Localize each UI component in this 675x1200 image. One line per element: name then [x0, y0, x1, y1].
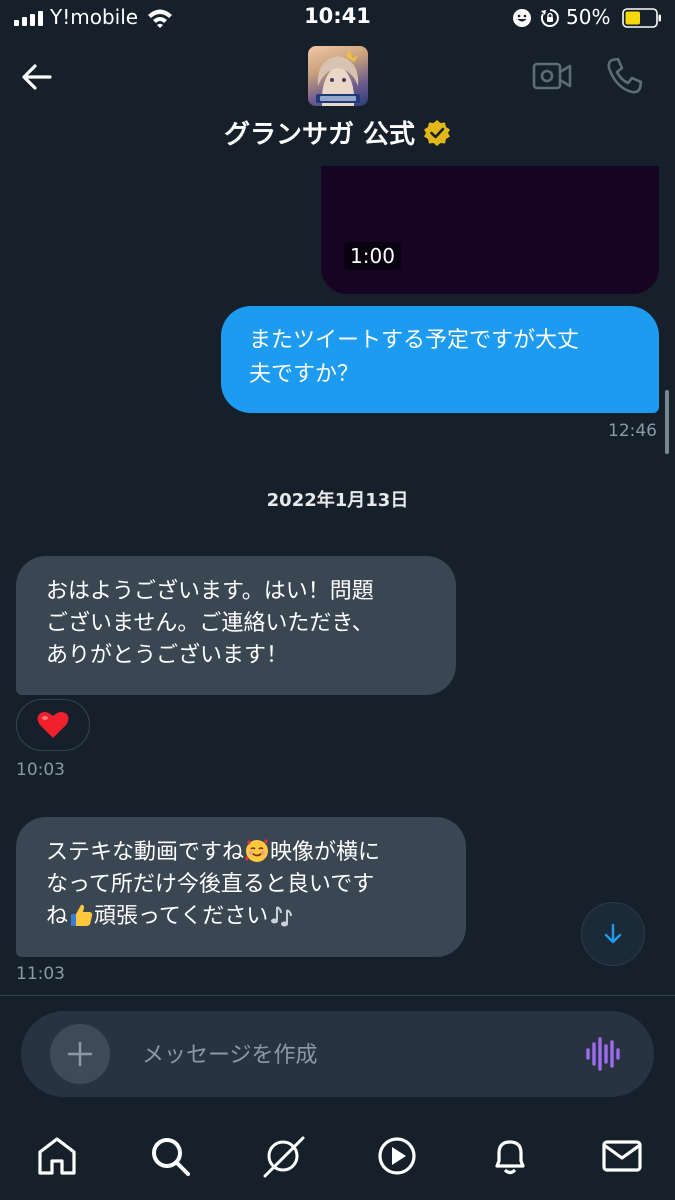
heart-emoji [37, 711, 69, 738]
video-camera-icon [532, 62, 572, 90]
message-text: 頑張ってください [94, 904, 269, 929]
nav-search-button[interactable] [148, 1134, 192, 1178]
face-icon [513, 9, 531, 27]
musical-notes-emoji [271, 906, 293, 927]
back-arrow-icon [22, 64, 52, 90]
divider [0, 995, 675, 996]
message-text: 映像が横に [270, 840, 381, 865]
plus-icon [67, 1041, 93, 1067]
message-timestamp: 10:03 [16, 760, 65, 780]
spaces-icon [263, 1136, 305, 1178]
rotation-lock-icon [540, 9, 559, 27]
message-timestamp: 12:46 [608, 421, 657, 441]
message-line: ステキな動画ですね 映像が横に [46, 837, 452, 869]
message-text: ステキな動画ですね [46, 840, 245, 865]
battery-icon [622, 8, 661, 28]
message-input[interactable] [140, 1032, 564, 1078]
incoming-message-bubble: ステキな動画ですね 映像が横に なって所だけ今後直ると良いです ね 頑張ってくだ… [16, 817, 466, 957]
video-duration: 1:00 [344, 242, 401, 270]
nav-spaces-button[interactable] [261, 1134, 305, 1178]
nav-notifications-button[interactable] [488, 1134, 532, 1178]
battery-percent: 50% [566, 5, 611, 29]
nav-messages-button[interactable] [600, 1134, 644, 1178]
home-icon [38, 1137, 76, 1175]
nav-home-button[interactable] [35, 1134, 79, 1178]
reaction-badge[interactable] [16, 699, 90, 751]
phone-call-button[interactable] [604, 56, 644, 96]
bell-icon [495, 1140, 525, 1175]
date-separator: 2022年1月13日 [266, 490, 409, 511]
back-button[interactable] [18, 58, 56, 96]
verified-badge-icon [424, 119, 451, 146]
mail-icon [602, 1140, 642, 1172]
video-call-button[interactable] [532, 58, 572, 94]
message-timestamp: 11:03 [16, 964, 65, 984]
phone-icon [607, 57, 643, 94]
nav-video-button[interactable] [375, 1134, 419, 1178]
thumbs-up-emoji [71, 904, 93, 926]
avatar[interactable] [308, 46, 368, 106]
conversation-title: グランサガ 公式 [223, 120, 416, 150]
voice-message-button[interactable] [582, 1036, 622, 1072]
video-message[interactable] [321, 166, 659, 294]
voice-wave-icon [586, 1037, 620, 1071]
arrow-down-icon [604, 923, 622, 944]
message-text: ね [46, 904, 69, 929]
search-icon [152, 1138, 190, 1176]
message-line: またツイートする予定ですが大丈 [249, 328, 580, 353]
outgoing-message-bubble: またツイートする予定ですが大丈 夫ですか？ [221, 306, 659, 413]
message-line: なって所だけ今後直ると良いです [46, 872, 375, 897]
scroll-to-bottom-button[interactable] [581, 902, 645, 966]
add-media-button[interactable] [50, 1024, 110, 1084]
incoming-message-bubble: おはようございます。はい！問題 ございません。ご連絡いただき、 ありがとうござい… [16, 556, 456, 695]
message-line: ございません。ご連絡いただき、 [46, 611, 374, 636]
video-play-icon [378, 1137, 416, 1175]
message-line: ね 頑張ってください [46, 901, 452, 933]
conversation-title-row: グランサガ 公式 [0, 114, 675, 151]
message-line: ありがとうございます！ [46, 643, 289, 668]
scrollbar[interactable] [665, 390, 669, 454]
message-line: おはようございます。はい！問題 [46, 579, 374, 604]
message-line: 夫ですか？ [249, 362, 360, 387]
smiling-face-with-hearts-emoji [245, 839, 269, 862]
